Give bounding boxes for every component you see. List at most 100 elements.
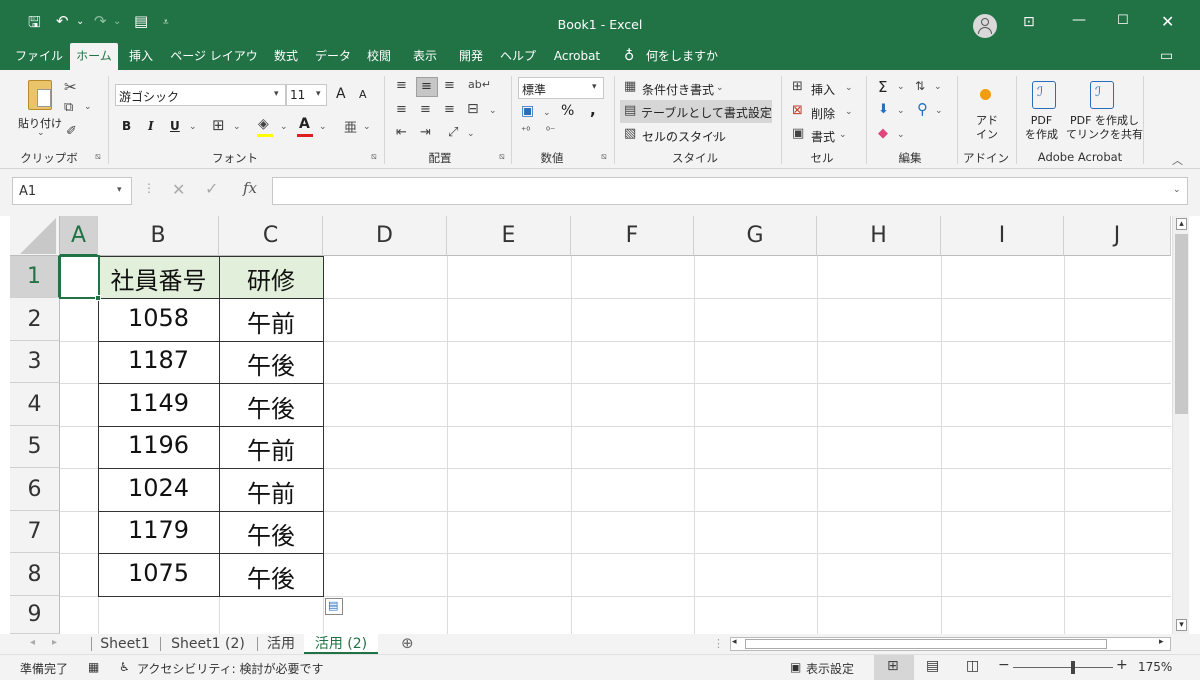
active-cell-a1[interactable]	[59, 255, 100, 299]
vertical-scroll-thumb[interactable]	[1175, 234, 1188, 414]
column-header-d[interactable]: D	[323, 216, 447, 256]
column-header-b[interactable]: B	[98, 216, 219, 256]
cell-b2[interactable]: 1058	[98, 304, 219, 332]
sheet-tab-sheet1-2[interactable]: Sheet1 (2)	[163, 634, 253, 654]
name-box[interactable]: A1 ▾	[12, 177, 132, 205]
cell-c7[interactable]: 午後	[219, 516, 323, 551]
sheet-prev-icon[interactable]: ◂	[30, 637, 35, 648]
zoom-out-icon[interactable]: −	[998, 657, 1010, 673]
select-all-button[interactable]	[10, 216, 60, 256]
phonetic-icon[interactable]: 亜	[344, 117, 357, 136]
addins-button[interactable]: アド イン	[976, 114, 998, 142]
column-header-g[interactable]: G	[694, 216, 817, 256]
row-header-1[interactable]: 1	[10, 256, 60, 298]
sheet-tab-katsuyou-2[interactable]: 活用 (2)	[304, 634, 378, 654]
ribbon-display-icon[interactable]: ⊡	[1023, 14, 1035, 30]
cell-c6[interactable]: 午前	[219, 474, 323, 509]
zoom-slider-thumb[interactable]	[1071, 661, 1075, 674]
clipboard-launcher-icon[interactable]: ⧅	[95, 152, 101, 162]
font-shrink-icon[interactable]: A	[359, 88, 367, 101]
phonetic-dropdown-icon[interactable]: ⌄	[363, 122, 371, 132]
tab-split-handle-icon[interactable]: ⋮	[713, 637, 724, 650]
conditional-format-dropdown-icon[interactable]: ⌄	[716, 83, 724, 93]
alignment-launcher-icon[interactable]: ⧅	[499, 152, 505, 162]
comments-icon[interactable]: ▭	[1160, 48, 1173, 64]
cell-b5[interactable]: 1196	[98, 431, 219, 459]
row-header-6[interactable]: 6	[10, 468, 60, 511]
pdf-share-button[interactable]: PDF を作成し てリンクを共有	[1066, 114, 1143, 142]
horizontal-scroll-thumb[interactable]	[745, 639, 1107, 649]
display-settings-icon[interactable]: ▣	[790, 660, 801, 674]
cell-b7[interactable]: 1179	[98, 516, 219, 544]
pdf-create-icon[interactable]: ℐ	[1032, 81, 1056, 109]
undo-dropdown-icon[interactable]: ⌄	[76, 16, 84, 27]
pdf-share-icon[interactable]: ℐ	[1090, 81, 1114, 109]
delete-cells-dropdown-icon[interactable]: ⌄	[845, 107, 853, 117]
cell-b3[interactable]: 1187	[98, 346, 219, 374]
underline-button[interactable]: U	[170, 119, 180, 133]
cell-styles-icon[interactable]: ▧	[624, 126, 636, 141]
row-header-3[interactable]: 3	[10, 341, 60, 383]
column-header-c[interactable]: C	[219, 216, 323, 256]
delete-cells-icon[interactable]: ⊠	[792, 103, 803, 118]
formula-input[interactable]: ⌄	[272, 177, 1188, 205]
borders-icon[interactable]: ⊞	[212, 116, 225, 134]
percent-button[interactable]: %	[561, 103, 574, 119]
cell-b4[interactable]: 1149	[98, 389, 219, 417]
align-middle-button[interactable]: ≡	[416, 77, 438, 97]
close-icon[interactable]: ✕	[1161, 12, 1174, 31]
cell-c3[interactable]: 午後	[219, 346, 323, 381]
zoom-level[interactable]: 175%	[1138, 660, 1172, 674]
font-color-icon[interactable]: A	[299, 116, 310, 132]
tab-insert[interactable]: 挿入	[124, 43, 158, 70]
orientation-dropdown-icon[interactable]: ⌄	[467, 129, 475, 139]
bold-button[interactable]: B	[122, 119, 131, 133]
font-name-box[interactable]: 游ゴシック ▾	[115, 84, 286, 106]
column-header-e[interactable]: E	[447, 216, 571, 256]
merge-center-icon[interactable]: ⊟	[467, 101, 479, 117]
normal-view-button[interactable]: ⊞	[874, 655, 914, 680]
increase-decimal-icon[interactable]: ⁺⁰	[521, 126, 530, 137]
name-box-dropdown-icon[interactable]: ▾	[117, 185, 122, 195]
new-sheet-icon[interactable]: ⊕	[401, 634, 414, 652]
cell-c8[interactable]: 午後	[219, 559, 323, 594]
conditional-format-icon[interactable]: ▦	[624, 79, 636, 94]
italic-button[interactable]: I	[148, 119, 154, 133]
print-preview-icon[interactable]: ▤	[134, 12, 148, 30]
number-format-box[interactable]: 標準 ▾	[518, 77, 604, 99]
row-header-2[interactable]: 2	[10, 298, 60, 341]
align-top-icon[interactable]: ≡	[396, 78, 407, 93]
tell-me-search[interactable]: 何をしますか	[646, 43, 726, 70]
font-launcher-icon[interactable]: ⧅	[371, 152, 377, 162]
vertical-scrollbar[interactable]: ▴ ▾	[1172, 216, 1189, 634]
format-cells-button[interactable]: 書式	[811, 128, 835, 145]
insert-cells-button[interactable]: 挿入	[811, 81, 835, 98]
cell-c4[interactable]: 午後	[219, 389, 323, 424]
sheet-tab-sheet1[interactable]: Sheet1	[94, 634, 156, 654]
tab-data[interactable]: データ	[312, 43, 354, 70]
number-launcher-icon[interactable]: ⧅	[601, 152, 607, 162]
underline-dropdown-icon[interactable]: ⌄	[189, 122, 197, 132]
sheet-next-icon[interactable]: ▸	[52, 637, 57, 648]
cell-b6[interactable]: 1024	[98, 474, 219, 502]
clear-dropdown-icon[interactable]: ⌄	[897, 130, 905, 140]
fill-dropdown-icon[interactable]: ⌄	[897, 106, 905, 116]
macro-record-icon[interactable]: ▦	[88, 660, 99, 674]
scroll-up-icon[interactable]: ▴	[1176, 218, 1187, 230]
orientation-icon[interactable]: ⤢	[448, 125, 458, 140]
accessibility-icon[interactable]: ♿	[119, 660, 130, 674]
row-header-8[interactable]: 8	[10, 553, 60, 596]
cell-c5[interactable]: 午前	[219, 431, 323, 466]
fill-color-icon[interactable]: ◈	[258, 116, 269, 132]
addins-icon[interactable]	[980, 89, 991, 100]
format-painter-icon[interactable]: ✐	[66, 124, 77, 139]
format-cells-dropdown-icon[interactable]: ⌄	[839, 130, 847, 140]
tab-acrobat[interactable]: Acrobat	[546, 43, 608, 70]
decrease-decimal-icon[interactable]: ⁰⁻	[546, 126, 555, 137]
account-avatar[interactable]	[973, 14, 997, 38]
delete-cells-button[interactable]: 削除	[811, 105, 835, 122]
tab-developer[interactable]: 開発	[452, 43, 490, 70]
tab-view[interactable]: 表示	[406, 43, 444, 70]
cell-c2[interactable]: 午前	[219, 304, 323, 339]
copy-icon[interactable]: ⧉	[64, 100, 73, 115]
